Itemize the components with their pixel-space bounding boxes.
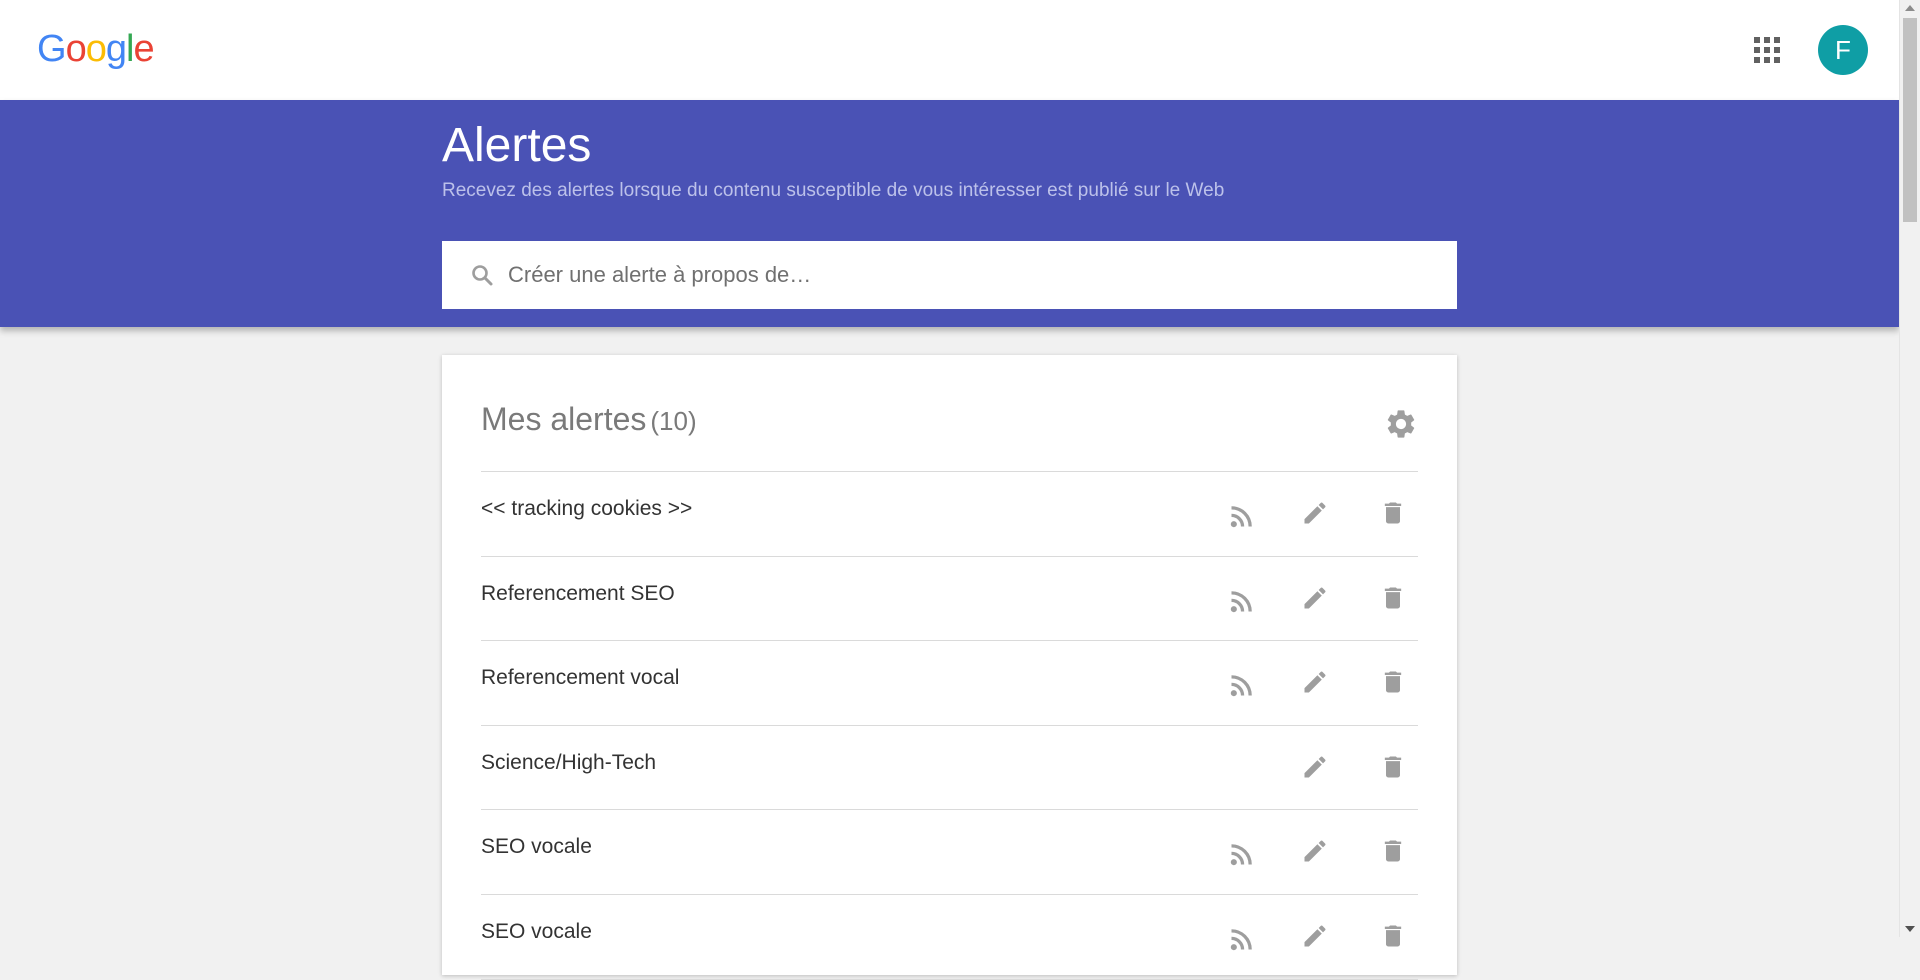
alert-name[interactable]: SEO vocale [481,835,592,859]
alert-name[interactable]: SEO vocale [481,920,592,944]
rss-feed-icon[interactable] [1225,668,1259,702]
alert-name[interactable]: << tracking cookies >> [481,497,692,521]
alert-row: SEO vocale [481,810,1418,895]
my-alerts-card: Mes alertes(10) << tracking cookies >> [442,355,1457,980]
alert-row: SEO vocale [481,895,1418,980]
pencil-icon[interactable] [1298,581,1332,615]
alerts-count: (10) [650,406,697,436]
account-avatar[interactable]: F [1818,25,1868,75]
rss-feed-icon[interactable] [1225,837,1259,871]
page-title: Alertes [442,119,592,172]
alert-list: << tracking cookies >> Referencement SEO [481,472,1418,980]
create-alert-search-box[interactable] [442,241,1457,309]
top-bar: Google F [0,0,1899,100]
scroll-thumb[interactable] [1903,18,1917,222]
pencil-icon[interactable] [1298,919,1332,953]
apps-grid-icon[interactable] [1752,35,1782,65]
rss-feed-icon[interactable] [1225,922,1259,956]
gear-icon[interactable] [1384,407,1418,441]
trash-icon[interactable] [1376,665,1410,699]
scroll-up-arrow[interactable] [1905,5,1915,11]
pencil-icon[interactable] [1298,496,1332,530]
trash-icon[interactable] [1376,581,1410,615]
pencil-icon[interactable] [1298,750,1332,784]
rss-feed-icon[interactable] [1225,584,1259,618]
pencil-icon[interactable] [1298,834,1332,868]
alert-row: Referencement vocal [481,641,1418,726]
alert-row: Science/High-Tech [481,726,1418,811]
trash-icon[interactable] [1376,496,1410,530]
page-subtitle: Recevez des alertes lorsque du contenu s… [442,180,1225,201]
pencil-icon[interactable] [1298,665,1332,699]
google-logo[interactable]: Google [37,28,155,71]
scroll-down-arrow[interactable] [1905,926,1915,932]
alert-name[interactable]: Science/High-Tech [481,751,656,775]
alert-name[interactable]: Referencement SEO [481,582,675,606]
my-alerts-title: Mes alertes (10) [481,401,697,437]
alert-name[interactable]: Referencement vocal [481,666,679,690]
create-alert-input[interactable] [506,261,1426,289]
trash-icon[interactable] [1376,919,1410,953]
trash-icon[interactable] [1376,834,1410,868]
alerts-header: Alertes Recevez des alertes lorsque du c… [0,100,1899,327]
search-icon [472,265,493,286]
my-alerts-header: Mes alertes (10) [481,395,1418,472]
alert-row: Referencement SEO [481,557,1418,642]
rss-feed-icon[interactable] [1225,499,1259,533]
trash-icon[interactable] [1376,750,1410,784]
page-scrollbar[interactable] [1899,0,1920,937]
alert-row: << tracking cookies >> [481,472,1418,557]
